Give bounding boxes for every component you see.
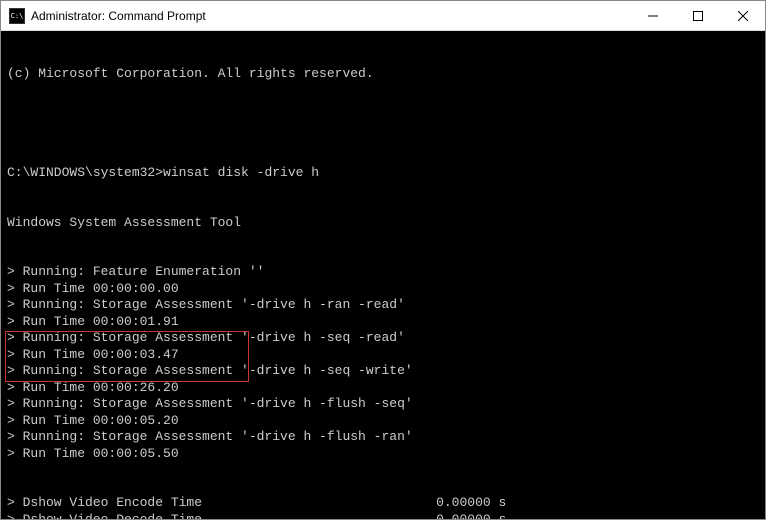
titlebar[interactable]: C:\ Administrator: Command Prompt: [1, 1, 765, 31]
output-line: > Running: Storage Assessment '-drive h …: [7, 297, 759, 314]
window-controls: [630, 1, 765, 30]
output-line: > Run Time 00:00:05.50: [7, 446, 759, 463]
simple-metrics: > Dshow Video Encode Time 0.00000 s> Dsh…: [7, 495, 759, 519]
output-line: > Run Time 00:00:05.20: [7, 413, 759, 430]
output-line: > Running: Storage Assessment '-drive h …: [7, 429, 759, 446]
terminal-area[interactable]: (c) Microsoft Corporation. All rights re…: [1, 31, 765, 519]
tool-name: Windows System Assessment Tool: [7, 215, 759, 232]
command-text: winsat disk -drive h: [163, 165, 319, 180]
metric-line: > Dshow Video Decode Time 0.00000 s: [7, 512, 759, 520]
metric-line: > Dshow Video Encode Time 0.00000 s: [7, 495, 759, 512]
copyright-line: (c) Microsoft Corporation. All rights re…: [7, 66, 759, 83]
prompt-path: C:\WINDOWS\system32>: [7, 165, 163, 180]
output-line: > Run Time 00:00:01.91: [7, 314, 759, 331]
cmd-icon: C:\: [9, 8, 25, 24]
window-title: Administrator: Command Prompt: [31, 9, 630, 23]
output-line: > Run Time 00:00:03.47: [7, 347, 759, 364]
output-line: > Running: Storage Assessment '-drive h …: [7, 363, 759, 380]
output-line: > Running: Storage Assessment '-drive h …: [7, 330, 759, 347]
run-lines: > Running: Feature Enumeration ''> Run T…: [7, 264, 759, 462]
blank-line: [7, 116, 759, 133]
command-line: C:\WINDOWS\system32>winsat disk -drive h: [7, 165, 759, 182]
output-line: > Running: Storage Assessment '-drive h …: [7, 396, 759, 413]
minimize-button[interactable]: [630, 1, 675, 30]
output-line: > Run Time 00:00:00.00: [7, 281, 759, 298]
maximize-button[interactable]: [675, 1, 720, 30]
close-button[interactable]: [720, 1, 765, 30]
output-line: > Run Time 00:00:26.20: [7, 380, 759, 397]
output-line: > Running: Feature Enumeration '': [7, 264, 759, 281]
